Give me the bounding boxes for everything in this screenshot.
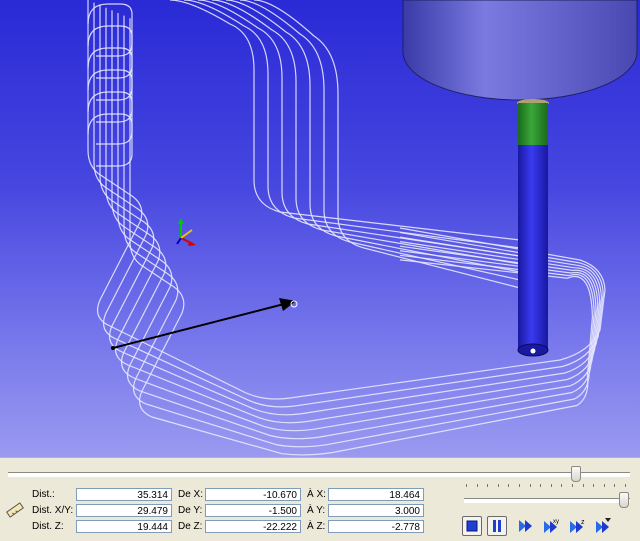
- step-forward-filter-button[interactable]: [593, 516, 613, 536]
- simulation-viewport[interactable]: [0, 0, 640, 457]
- step-forward-z-button[interactable]: z: [567, 516, 587, 536]
- step-forward-xy-icon: xy: [544, 519, 559, 533]
- speed-tick: [593, 484, 595, 487]
- de-x-label: De X:: [178, 489, 204, 500]
- de-x-field: -10.670: [205, 488, 301, 501]
- dist-z-label: Dist. Z:: [32, 521, 64, 532]
- speed-tick: [529, 484, 531, 487]
- control-panel: Dist.: 35.314 De X: -10.670 À X: 18.464 …: [0, 457, 640, 541]
- speed-tick: [466, 484, 467, 487]
- step-forward-filter-icon: [596, 518, 611, 533]
- a-y-label: À Y:: [307, 505, 326, 516]
- stop-button[interactable]: [462, 516, 482, 536]
- speed-tick: [582, 484, 584, 487]
- a-y-field: 3.000: [328, 504, 424, 517]
- speed-tick: [572, 484, 573, 487]
- position-slider-thumb[interactable]: [571, 466, 581, 482]
- speed-tick: [519, 484, 520, 487]
- de-y-field: -1.500: [205, 504, 301, 517]
- speed-tick: [550, 484, 552, 487]
- a-x-field: 18.464: [328, 488, 424, 501]
- pause-button[interactable]: [487, 516, 507, 536]
- dist-field: 35.314: [76, 488, 172, 501]
- svg-text:xy: xy: [553, 519, 559, 525]
- speed-tick: [476, 484, 478, 487]
- step-forward-icon: [519, 520, 532, 532]
- speed-tick: [603, 484, 605, 487]
- pause-icon: [493, 520, 501, 532]
- stop-icon: [466, 520, 478, 532]
- svg-text:z: z: [581, 519, 585, 526]
- step-forward-z-icon: z: [570, 519, 585, 533]
- position-slider[interactable]: [8, 466, 630, 482]
- a-z-field: -2.778: [328, 520, 424, 533]
- step-forward-button[interactable]: [515, 516, 535, 536]
- de-z-label: De Z:: [178, 521, 203, 532]
- de-y-label: De Y:: [178, 505, 203, 516]
- speed-tick: [625, 484, 626, 487]
- toolpath-scene: [87, 0, 638, 456]
- speed-slider[interactable]: [464, 482, 632, 510]
- speed-tick: [497, 484, 499, 487]
- speed-tick: [508, 484, 510, 487]
- de-z-field: -22.222: [205, 520, 301, 533]
- dist-z-field: 19.444: [76, 520, 172, 533]
- dist-label: Dist.:: [32, 489, 55, 500]
- ruler-icon: [6, 502, 24, 518]
- step-forward-xy-button[interactable]: xy: [541, 516, 561, 536]
- speed-slider-thumb[interactable]: [619, 492, 629, 508]
- speed-tick: [487, 484, 489, 487]
- speed-tick: [614, 484, 616, 487]
- axis-triad-icon: [176, 218, 196, 246]
- a-z-label: À Z:: [307, 521, 326, 532]
- a-x-label: À X:: [307, 489, 326, 500]
- speed-tick: [540, 484, 542, 487]
- dist-xy-label: Dist. X/Y:: [32, 505, 74, 516]
- dist-xy-field: 29.479: [76, 504, 172, 517]
- speed-tick: [561, 484, 563, 487]
